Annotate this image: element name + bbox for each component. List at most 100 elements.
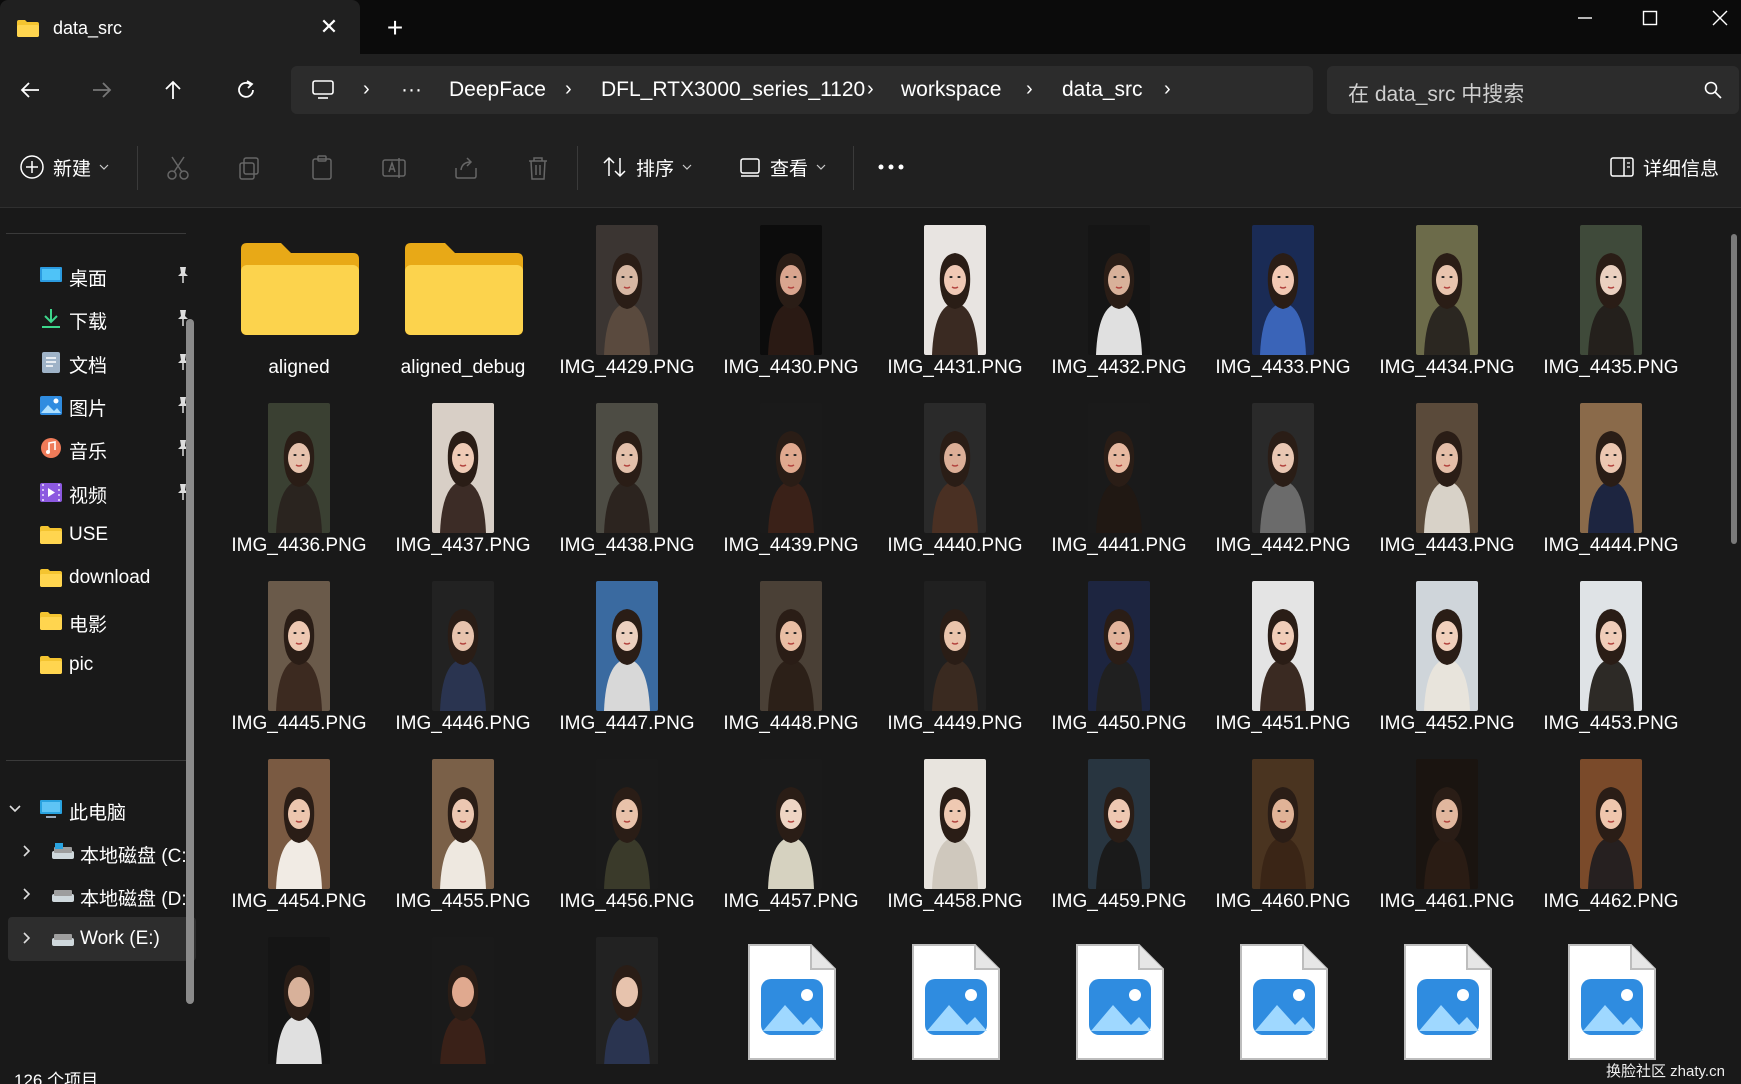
image-item[interactable]: IMG_4435.PNG bbox=[1541, 209, 1681, 378]
image-item[interactable]: IMG_4450.PNG bbox=[1049, 565, 1189, 734]
image-item[interactable] bbox=[1213, 921, 1353, 1064]
folder-item[interactable]: aligned bbox=[229, 209, 369, 378]
image-item[interactable]: IMG_4447.PNG bbox=[557, 565, 697, 734]
sidebar-item-drive-c[interactable]: 本地磁盘 (C:) bbox=[8, 830, 196, 874]
image-item[interactable] bbox=[1541, 921, 1681, 1064]
copy-icon[interactable] bbox=[236, 154, 264, 182]
breadcrumb-overflow[interactable]: ··· bbox=[401, 78, 422, 102]
sidebar-item-use[interactable]: USE bbox=[0, 513, 200, 557]
image-thumbnail bbox=[596, 937, 658, 1064]
image-item[interactable] bbox=[885, 921, 1025, 1064]
image-item[interactable]: IMG_4453.PNG bbox=[1541, 565, 1681, 734]
address-bar[interactable]: › ··· DeepFace › DFL_RTX3000_series_1120… bbox=[291, 66, 1313, 114]
image-item[interactable]: IMG_4454.PNG bbox=[229, 743, 369, 912]
chevron-down-icon bbox=[816, 164, 826, 170]
sidebar-item-this-pc[interactable]: 此电脑 bbox=[0, 787, 200, 831]
image-item[interactable]: IMG_4434.PNG bbox=[1377, 209, 1517, 378]
more-options-button[interactable] bbox=[876, 150, 906, 184]
breadcrumb-workspace[interactable]: workspace bbox=[901, 78, 1001, 102]
image-item[interactable]: IMG_4449.PNG bbox=[885, 565, 1025, 734]
image-item[interactable]: IMG_4458.PNG bbox=[885, 743, 1025, 912]
file-name: IMG_4445.PNG bbox=[231, 713, 367, 734]
image-item[interactable]: IMG_4461.PNG bbox=[1377, 743, 1517, 912]
image-item[interactable]: IMG_4457.PNG bbox=[721, 743, 861, 912]
sidebar-item-label: 视频 bbox=[69, 485, 108, 507]
new-button[interactable]: 新建 bbox=[19, 150, 109, 184]
paste-icon[interactable] bbox=[308, 154, 336, 182]
image-item[interactable] bbox=[557, 921, 697, 1064]
image-item[interactable]: IMG_4445.PNG bbox=[229, 565, 369, 734]
close-window-button[interactable] bbox=[1700, 4, 1740, 32]
sidebar-item-movies[interactable]: 电影 bbox=[0, 599, 200, 643]
file-name: IMG_4446.PNG bbox=[395, 713, 531, 734]
breadcrumb-separator[interactable]: › bbox=[1164, 78, 1171, 101]
search-input[interactable]: 在 data_src 中搜索 bbox=[1327, 66, 1739, 114]
tab-close-button[interactable]: ✕ bbox=[318, 14, 340, 39]
sidebar-item-pic[interactable]: pic bbox=[0, 643, 200, 687]
sidebar-scrollbar[interactable] bbox=[186, 319, 194, 1004]
breadcrumb-dfl[interactable]: DFL_RTX3000_series_1120 bbox=[601, 78, 865, 102]
image-item[interactable]: IMG_4444.PNG bbox=[1541, 387, 1681, 556]
image-item[interactable]: IMG_4456.PNG bbox=[557, 743, 697, 912]
image-item[interactable]: IMG_4452.PNG bbox=[1377, 565, 1517, 734]
sort-button[interactable]: 排序 bbox=[602, 150, 692, 184]
image-item[interactable]: IMG_4441.PNG bbox=[1049, 387, 1189, 556]
image-item[interactable]: IMG_4448.PNG bbox=[721, 565, 861, 734]
content-scrollbar[interactable] bbox=[1731, 234, 1737, 544]
details-button[interactable]: 详细信息 bbox=[1609, 150, 1719, 184]
maximize-button[interactable] bbox=[1630, 4, 1670, 32]
delete-icon[interactable] bbox=[524, 154, 552, 182]
image-item[interactable] bbox=[393, 921, 533, 1064]
image-item[interactable]: IMG_4443.PNG bbox=[1377, 387, 1517, 556]
cut-icon[interactable] bbox=[164, 154, 192, 182]
sidebar-item-drive-d[interactable]: 本地磁盘 (D:) bbox=[8, 873, 196, 917]
image-item[interactable]: IMG_4442.PNG bbox=[1213, 387, 1353, 556]
image-item[interactable]: IMG_4460.PNG bbox=[1213, 743, 1353, 912]
rename-icon[interactable] bbox=[380, 154, 408, 182]
view-button[interactable]: 查看 bbox=[738, 150, 826, 184]
image-item[interactable]: IMG_4429.PNG bbox=[557, 209, 697, 378]
refresh-button[interactable] bbox=[230, 74, 262, 106]
sidebar-item-download[interactable]: download bbox=[0, 556, 200, 600]
back-button[interactable] bbox=[14, 74, 46, 106]
image-item[interactable]: IMG_4440.PNG bbox=[885, 387, 1025, 556]
new-tab-button[interactable]: + bbox=[382, 14, 408, 42]
image-item[interactable]: IMG_4432.PNG bbox=[1049, 209, 1189, 378]
sidebar-item-documents[interactable]: 文档 bbox=[0, 340, 200, 384]
image-item[interactable]: IMG_4436.PNG bbox=[229, 387, 369, 556]
image-item[interactable] bbox=[1049, 921, 1189, 1064]
image-item[interactable]: IMG_4446.PNG bbox=[393, 565, 533, 734]
image-item[interactable]: IMG_4462.PNG bbox=[1541, 743, 1681, 912]
image-item[interactable] bbox=[1377, 921, 1517, 1064]
breadcrumb-separator[interactable]: › bbox=[565, 78, 572, 101]
image-item[interactable] bbox=[229, 921, 369, 1064]
breadcrumb-separator[interactable]: › bbox=[1026, 78, 1033, 101]
breadcrumb-deepface[interactable]: DeepFace bbox=[449, 78, 546, 102]
sidebar-item-drive-e[interactable]: Work (E:) bbox=[8, 916, 196, 961]
sidebar-item-videos[interactable]: 视频 bbox=[0, 470, 200, 514]
minimize-button[interactable] bbox=[1565, 4, 1605, 32]
image-item[interactable]: IMG_4437.PNG bbox=[393, 387, 533, 556]
image-item[interactable]: IMG_4451.PNG bbox=[1213, 565, 1353, 734]
sidebar-item-desktop[interactable]: 桌面 bbox=[0, 253, 200, 297]
image-item[interactable]: IMG_4431.PNG bbox=[885, 209, 1025, 378]
image-item[interactable]: IMG_4430.PNG bbox=[721, 209, 861, 378]
folder-item[interactable]: aligned_debug bbox=[393, 209, 533, 378]
pin-icon[interactable] bbox=[175, 266, 191, 284]
sidebar-item-downloads[interactable]: 下载 bbox=[0, 296, 200, 340]
tab-data-src[interactable]: data_src ✕ bbox=[0, 0, 360, 54]
sidebar-item-pictures[interactable]: 图片 bbox=[0, 383, 200, 427]
image-item[interactable]: IMG_4455.PNG bbox=[393, 743, 533, 912]
sidebar-item-music[interactable]: 音乐 bbox=[0, 426, 200, 470]
image-item[interactable]: IMG_4433.PNG bbox=[1213, 209, 1353, 378]
image-item[interactable]: IMG_4438.PNG bbox=[557, 387, 697, 556]
forward-button[interactable] bbox=[86, 74, 118, 106]
breadcrumb-separator[interactable]: › bbox=[867, 78, 874, 101]
breadcrumb-data-src[interactable]: data_src bbox=[1062, 78, 1143, 102]
image-item[interactable]: IMG_4459.PNG bbox=[1049, 743, 1189, 912]
up-button[interactable] bbox=[157, 74, 189, 106]
share-icon[interactable] bbox=[452, 154, 480, 182]
pictures-icon bbox=[40, 395, 62, 415]
image-item[interactable] bbox=[721, 921, 861, 1064]
image-item[interactable]: IMG_4439.PNG bbox=[721, 387, 861, 556]
